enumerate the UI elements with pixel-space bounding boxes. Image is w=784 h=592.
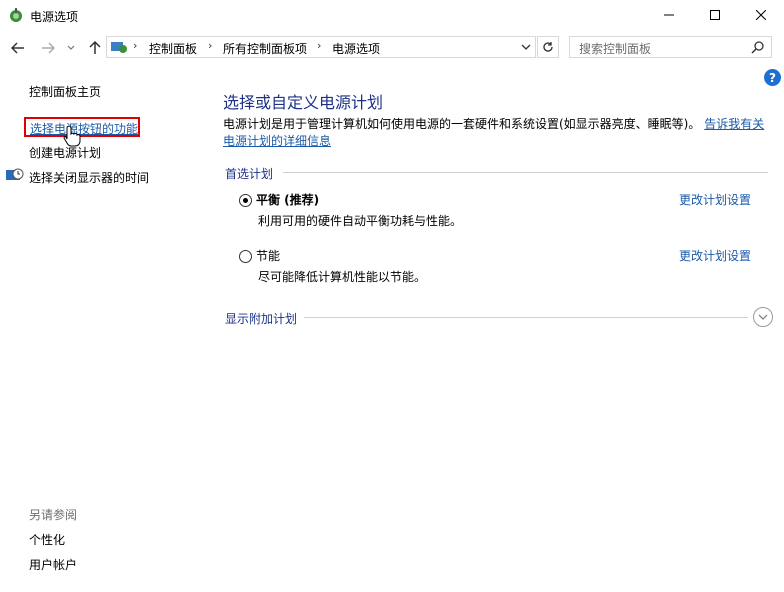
additional-plans-heading[interactable]: 显示附加计划 (225, 310, 297, 327)
page-description: 电源计划是用于管理计算机如何使用电源的一套硬件和系统设置(如显示器亮度、睡眠等)… (223, 116, 775, 150)
forward-button[interactable] (38, 38, 58, 58)
close-icon (756, 10, 766, 20)
search-icon (751, 41, 764, 54)
address-dropdown-icon[interactable] (521, 44, 531, 51)
back-button[interactable] (8, 38, 28, 58)
search-input[interactable]: 搜索控制面板 (569, 36, 772, 58)
balanced-plan-name: 平衡 (推荐) (256, 193, 320, 207)
maximize-button[interactable] (692, 0, 738, 30)
search-placeholder: 搜索控制面板 (579, 42, 652, 56)
minimize-icon (664, 14, 674, 16)
radio-selected-dot (243, 198, 248, 203)
refresh-icon (543, 42, 553, 52)
display-off-time-link[interactable]: 选择关闭显示器的时间 (29, 169, 149, 186)
preferred-plans-heading: 首选计划 (225, 167, 274, 181)
breadcrumb-control-panel[interactable]: 控制面板 (149, 40, 197, 57)
section-divider (304, 317, 748, 318)
power-saver-change-settings-link[interactable]: 更改计划设置 (679, 247, 751, 264)
display-clock-icon (6, 168, 24, 180)
refresh-button[interactable] (537, 36, 559, 58)
section-divider (283, 172, 768, 173)
expand-chevron-icon (758, 314, 768, 320)
address-bar[interactable]: › 控制面板 › 所有控制面板项 › 电源选项 (106, 36, 536, 58)
mouse-cursor-icon (63, 125, 81, 147)
expand-additional-plans-button[interactable] (753, 307, 773, 327)
breadcrumb-power-options[interactable]: 电源选项 (332, 40, 380, 57)
control-panel-icon (111, 42, 127, 53)
breadcrumb-separator: › (317, 39, 322, 52)
power-options-icon (10, 8, 22, 22)
window-title: 电源选项 (30, 10, 79, 24)
balanced-plan-description: 利用可用的硬件自动平衡功耗与性能。 (258, 214, 463, 228)
power-saver-plan-radio[interactable] (239, 250, 252, 263)
balanced-plan-radio[interactable] (239, 194, 252, 207)
choose-power-button-link[interactable]: 选择电源按钮的功能 (24, 117, 140, 137)
history-dropdown-icon (67, 45, 75, 50)
up-arrow-icon (89, 41, 101, 54)
personalization-link[interactable]: 个性化 (29, 531, 65, 548)
breadcrumb-all-items[interactable]: 所有控制面板项 (223, 40, 307, 57)
balanced-change-settings-link[interactable]: 更改计划设置 (679, 191, 751, 208)
recent-locations-button[interactable] (64, 38, 78, 58)
back-arrow-icon (11, 42, 24, 54)
breadcrumb-separator: › (208, 39, 213, 52)
user-accounts-link[interactable]: 用户帐户 (29, 556, 77, 573)
see-also-heading: 另请参阅 (29, 508, 78, 522)
choose-power-button-label: 选择电源按钮的功能 (30, 122, 139, 136)
page-title: 选择或自定义电源计划 (223, 93, 384, 112)
minimize-button[interactable] (646, 0, 692, 30)
forward-arrow-icon (42, 42, 55, 54)
up-button[interactable] (86, 38, 104, 58)
breadcrumb-separator: › (133, 39, 138, 52)
help-icon[interactable]: ? (764, 69, 781, 86)
description-text: 电源计划是用于管理计算机如何使用电源的一套硬件和系统设置(如显示器亮度、睡眠等)… (223, 117, 701, 131)
power-saver-plan-description: 尽可能降低计算机性能以节能。 (258, 270, 427, 284)
title-bar: 电源选项 (0, 0, 784, 32)
maximize-icon (710, 10, 720, 20)
control-panel-home-link[interactable]: 控制面板主页 (29, 83, 101, 100)
close-button[interactable] (738, 0, 784, 30)
power-saver-plan-name: 节能 (256, 249, 281, 263)
